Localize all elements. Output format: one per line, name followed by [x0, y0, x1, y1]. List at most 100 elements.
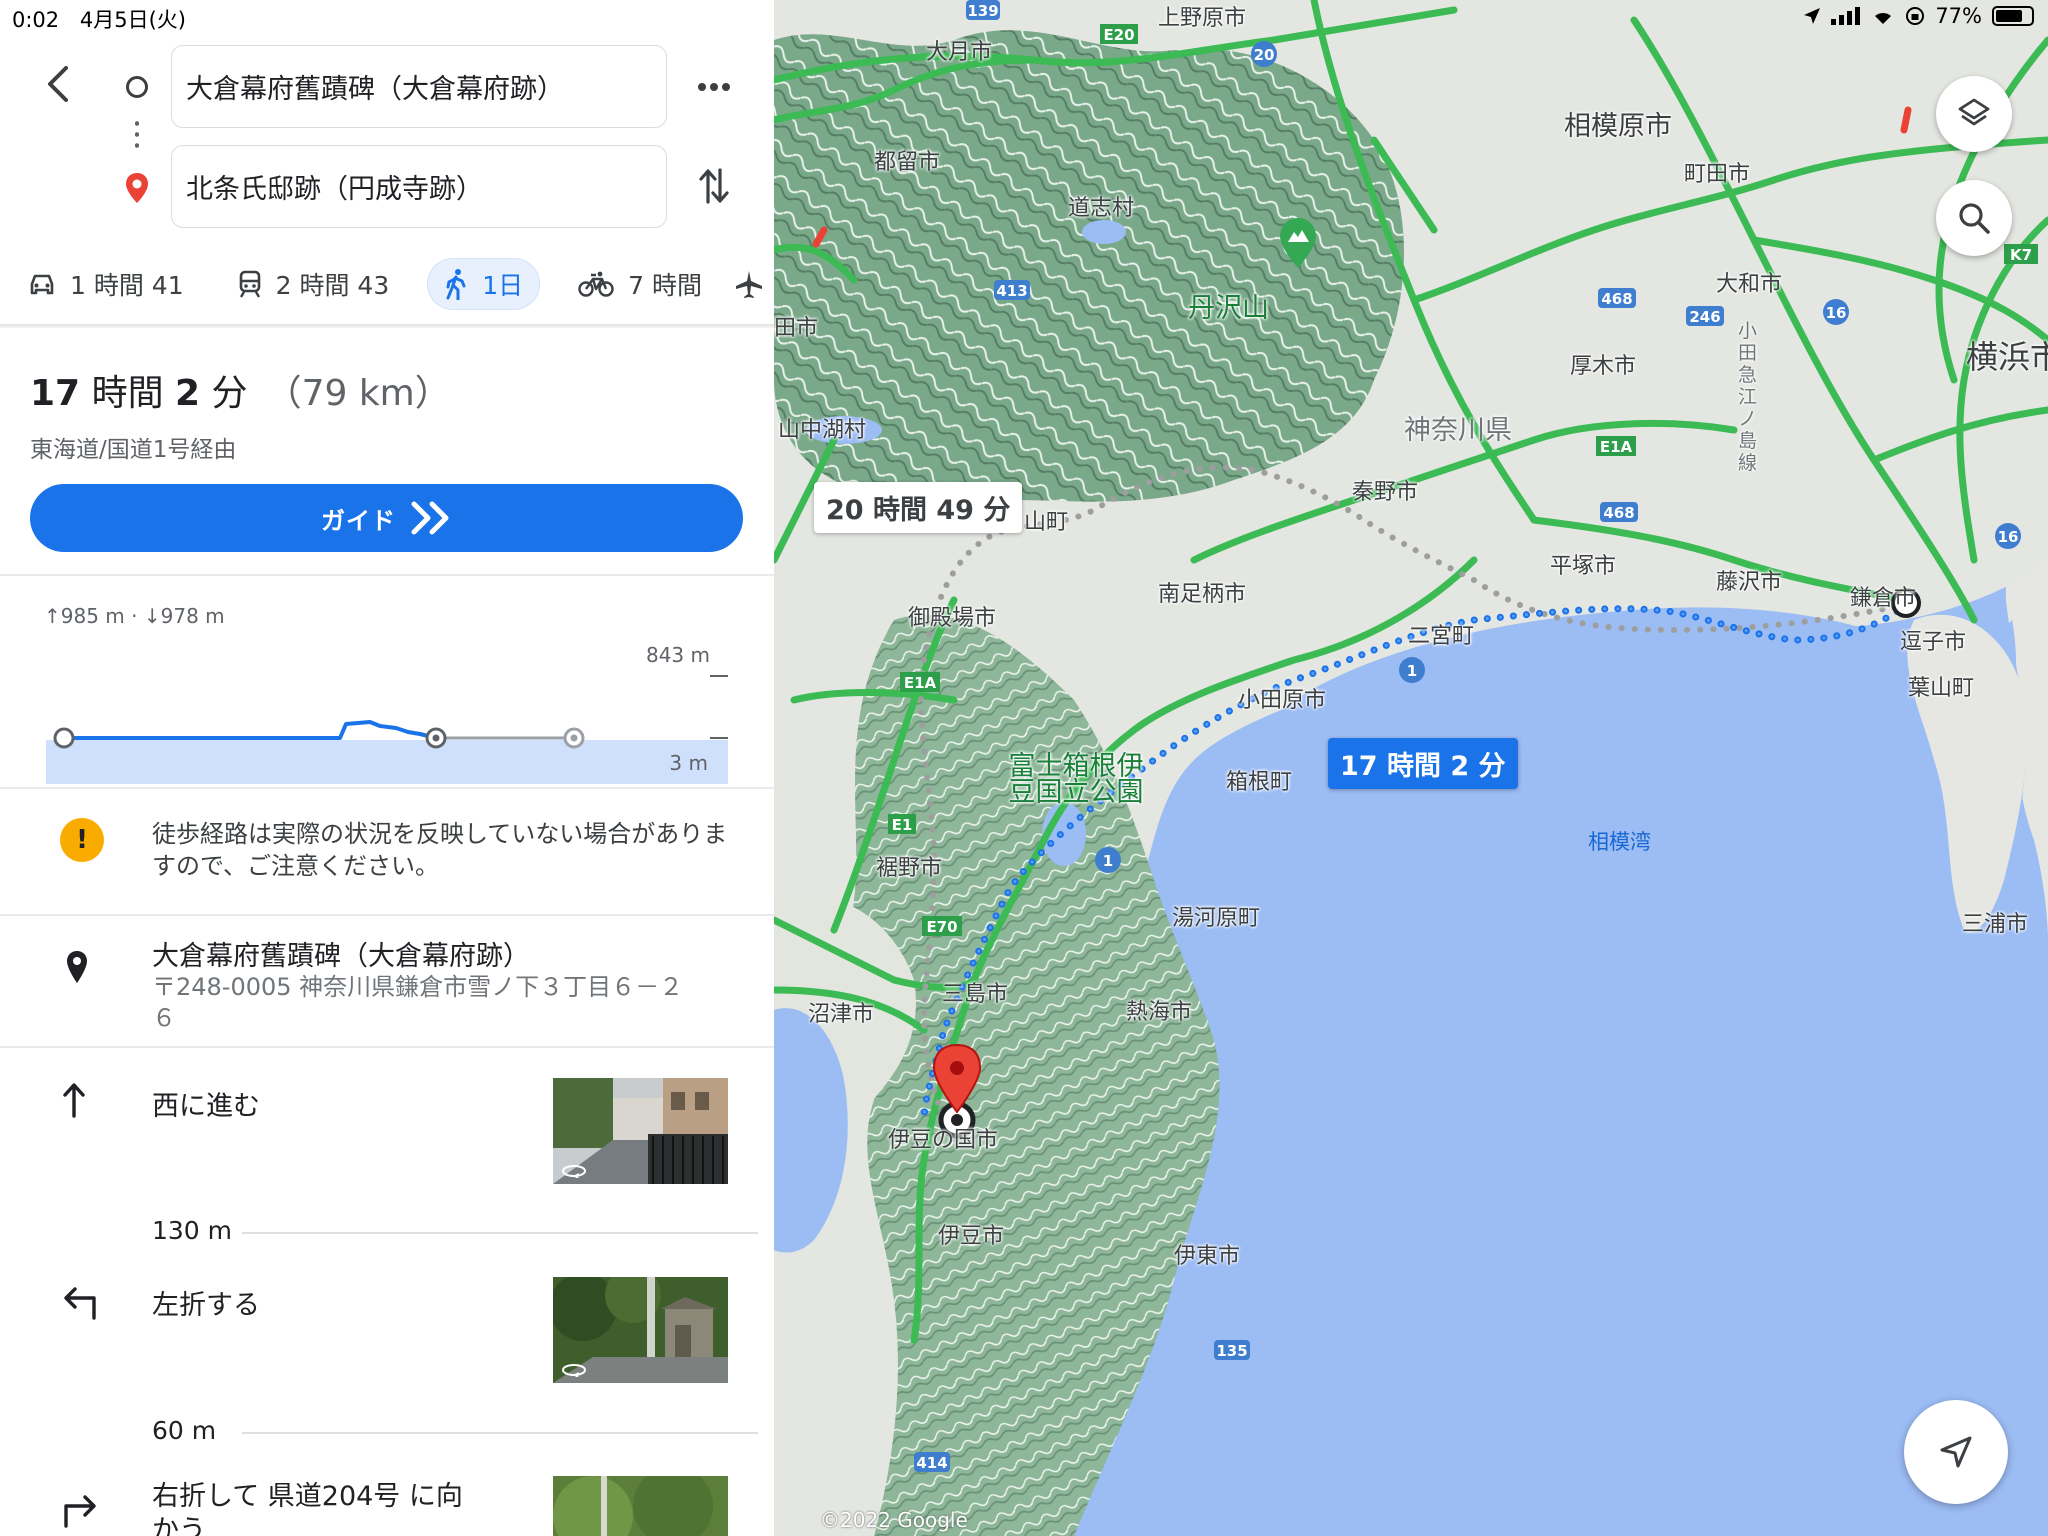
route-via: 東海道/国道1号経由: [30, 437, 237, 463]
summary-minutes-unit: 分: [211, 373, 248, 414]
place-label[interactable]: 湯河原町: [1172, 900, 1260, 932]
descent-icon: ↓: [143, 604, 161, 628]
place-label[interactable]: 山中湖村: [778, 412, 866, 444]
elevation-separator: ·: [131, 604, 138, 628]
place-label[interactable]: 丹沢山: [1188, 286, 1269, 325]
tab-car[interactable]: 1 時間 41: [12, 258, 200, 310]
tab-flight[interactable]: [734, 258, 764, 310]
place-label[interactable]: 沼津市: [808, 996, 874, 1028]
search-icon: [1959, 203, 1990, 234]
street-view-360-icon: [562, 1364, 586, 1377]
origin-field[interactable]: 大倉幕府舊蹟碑（大倉幕府跡）: [171, 45, 667, 128]
place-label[interactable]: 富士箱根伊豆国立公園: [1006, 753, 1146, 806]
step-instruction[interactable]: 西に進む: [152, 1084, 260, 1123]
place-label[interactable]: 大月市: [926, 34, 992, 66]
place-label[interactable]: 三浦市: [1962, 906, 2028, 938]
step-instruction[interactable]: 左折する: [152, 1283, 260, 1322]
place-label[interactable]: 二宮町: [1408, 618, 1474, 650]
place-label[interactable]: 都留市: [874, 144, 940, 176]
swap-route-button[interactable]: [696, 162, 732, 210]
summary-hours: 17: [30, 373, 81, 414]
summary-minutes: 2: [175, 373, 201, 414]
road-shield-label: 468: [1603, 504, 1634, 522]
place-label[interactable]: 田市: [774, 310, 818, 342]
place-label[interactable]: 秦野市: [1352, 474, 1418, 506]
place-label[interactable]: 平塚市: [1550, 548, 1616, 580]
rail-line-label: 小田急江ノ島線: [1738, 320, 1758, 474]
place-label[interactable]: 伊東市: [1174, 1238, 1240, 1270]
tab-bike[interactable]: 7 時間: [562, 258, 718, 310]
main-route-time[interactable]: 17 時間 2 分: [1328, 738, 1518, 789]
place-label[interactable]: 葉山町: [1908, 670, 1974, 702]
layers-icon: [1958, 98, 1990, 126]
place-label[interactable]: 鎌倉市: [1850, 580, 1916, 612]
back-button[interactable]: [38, 62, 78, 106]
turn-right-icon: [60, 1490, 100, 1532]
divider: [0, 787, 774, 789]
descent-value: 978 m: [160, 604, 225, 628]
origin-circle-icon: [126, 76, 148, 98]
map-view[interactable]: 139 20 E20 413 468 246 16 K7 E1A 468 16 …: [774, 0, 2048, 1536]
place-label[interactable]: 上野原市: [1158, 0, 1246, 32]
start-place-name: 大倉幕府舊蹟碑（大倉幕府跡）: [152, 941, 530, 972]
place-label[interactable]: 小田原市: [1238, 682, 1326, 714]
road-shield-label: E1: [892, 816, 913, 834]
place-label[interactable]: 山町: [1024, 504, 1068, 536]
wifi-icon: [1875, 12, 1892, 24]
arrow-up-icon: [62, 1082, 86, 1122]
start-place-address: 〒248-0005 神奈川県鎌倉市雪ノ下３丁目６－２６: [152, 973, 684, 1032]
battery-percent: 77%: [1935, 4, 1982, 28]
summary-distance: （79 km）: [265, 373, 451, 414]
destination-field[interactable]: 北条氏邸跡（円成寺跡）: [171, 145, 667, 228]
app: 0:02 4月5日(火) 大倉幕府舊蹟碑（大倉幕府跡） 北条氏邸跡（円成寺跡） …: [0, 0, 2048, 1536]
place-label[interactable]: 南足柄市: [1158, 576, 1246, 608]
bicycle-icon: [578, 271, 614, 297]
place-label[interactable]: 道志村: [1068, 190, 1134, 222]
tab-transit[interactable]: 2 時間 43: [222, 258, 406, 310]
guide-button[interactable]: ガイド: [30, 484, 743, 552]
place-label[interactable]: 相模湾: [1588, 826, 1651, 856]
place-label[interactable]: 大和市: [1716, 266, 1782, 298]
place-label[interactable]: 町田市: [1684, 156, 1750, 188]
ascent-icon: ↑: [44, 604, 61, 628]
search-map-button[interactable]: [1936, 180, 2012, 256]
navigate-button[interactable]: [1904, 1400, 2008, 1504]
street-view-thumbnail[interactable]: [553, 1277, 728, 1383]
street-view-thumbnail[interactable]: [553, 1078, 728, 1184]
street-view-360-icon: [562, 1165, 586, 1178]
place-label[interactable]: 三島市: [942, 976, 1008, 1008]
divider: [0, 914, 774, 916]
place-label[interactable]: 横浜市: [1966, 332, 2048, 378]
place-label[interactable]: 熱海市: [1126, 994, 1192, 1026]
place-label[interactable]: 厚木市: [1570, 348, 1636, 380]
step-instruction[interactable]: 右折して 県道204号 に向かう: [152, 1480, 482, 1536]
layers-button[interactable]: [1936, 76, 2012, 152]
road-shield-label: 1: [1103, 852, 1113, 870]
street-view-thumbnail[interactable]: [553, 1476, 728, 1536]
step-distance: 130 m: [152, 1216, 233, 1245]
elevation-area: [46, 740, 728, 784]
status-bar-right: 77%: [1803, 4, 2034, 28]
place-label[interactable]: 裾野市: [876, 850, 942, 882]
warning-icon: !: [60, 818, 104, 862]
step-distance-line: [242, 1432, 758, 1434]
navigation-arrow-icon: [1940, 1436, 1972, 1468]
place-label[interactable]: 御殿場市: [908, 600, 996, 632]
place-label[interactable]: 相模原市: [1564, 104, 1672, 143]
divider: [0, 1046, 774, 1048]
place-label[interactable]: 伊豆市: [938, 1218, 1004, 1250]
place-label[interactable]: 伊豆の国市: [888, 1122, 998, 1154]
road-shield-label: 139: [967, 2, 998, 20]
alternate-route-time[interactable]: 20 時間 49 分: [814, 482, 1023, 533]
place-label[interactable]: 藤沢市: [1716, 564, 1782, 596]
place-label[interactable]: 神奈川県: [1404, 408, 1512, 447]
road-shield-label: E1A: [904, 674, 937, 692]
tab-walk-label: 1日: [482, 271, 524, 300]
elevation-start-marker: [53, 727, 75, 749]
tab-walk[interactable]: 1日: [427, 258, 541, 310]
more-options-button[interactable]: [694, 70, 734, 104]
place-label[interactable]: 箱根町: [1226, 764, 1292, 796]
chevron-left-icon: [48, 66, 68, 102]
road-shield-label: 414: [916, 1454, 947, 1472]
place-label[interactable]: 逗子市: [1900, 624, 1966, 656]
